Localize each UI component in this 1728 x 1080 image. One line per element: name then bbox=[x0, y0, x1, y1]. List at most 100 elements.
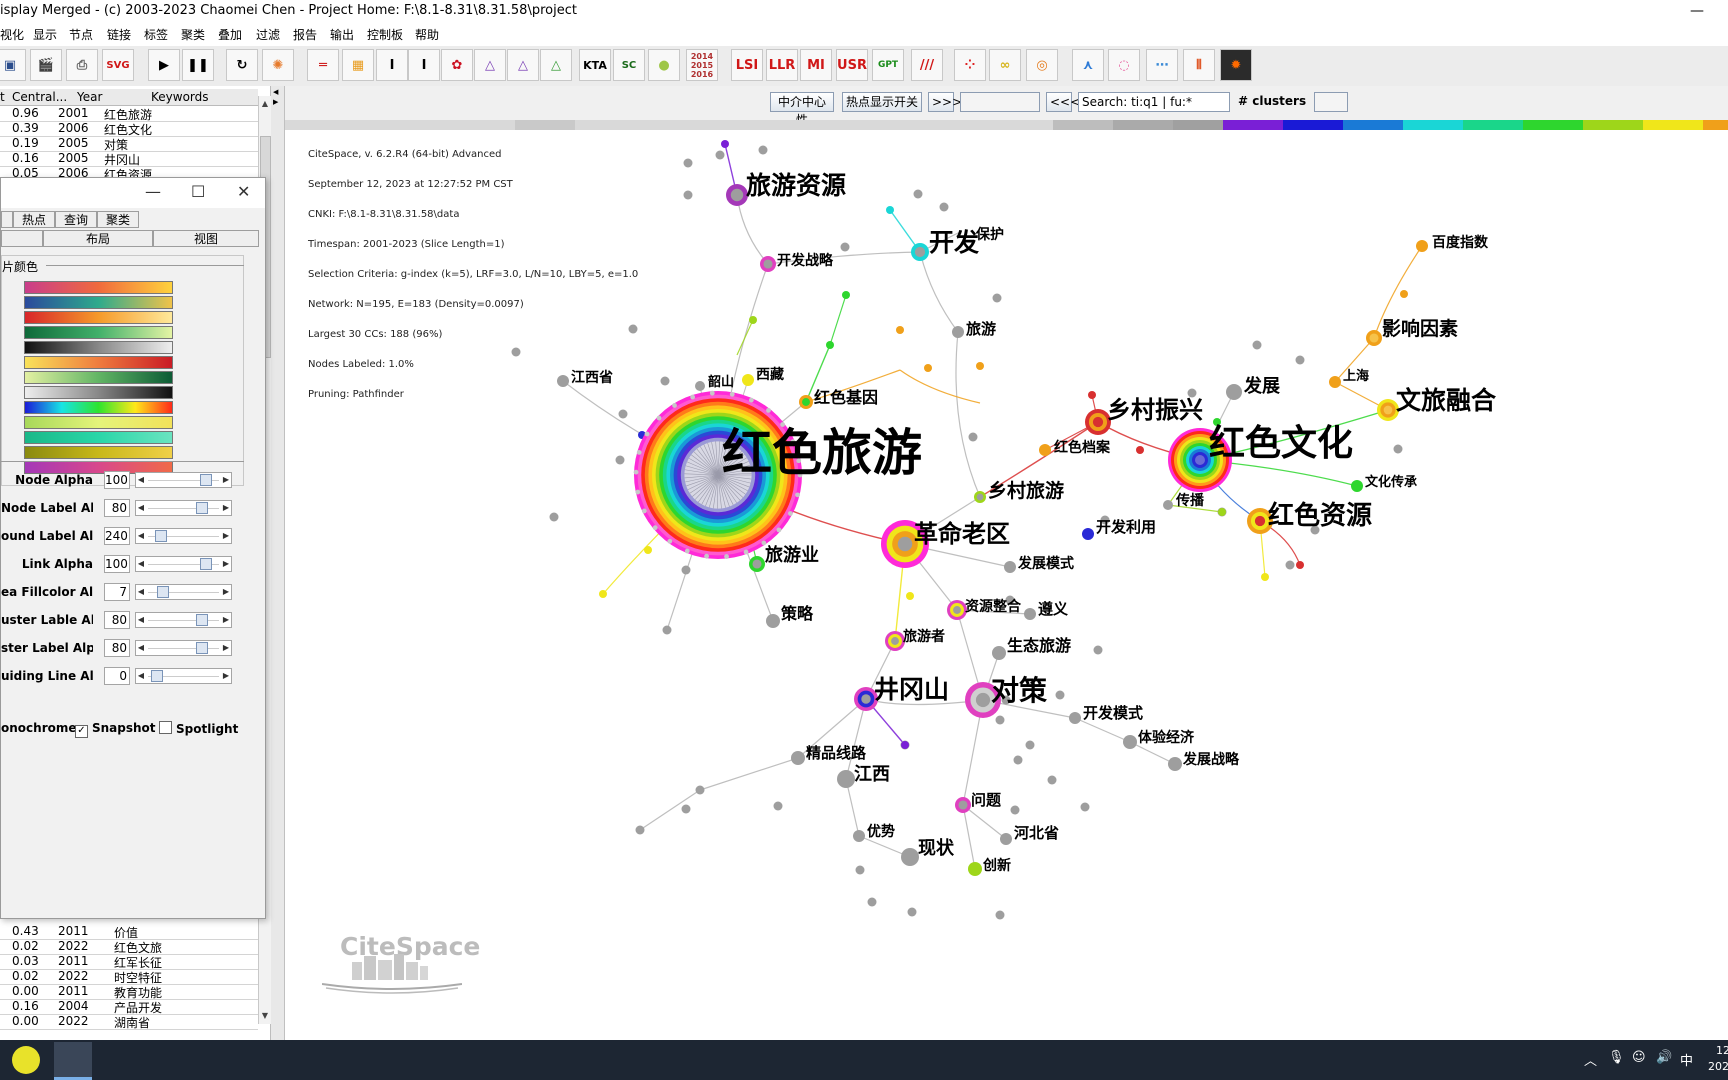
network-node[interactable] bbox=[1088, 391, 1096, 399]
slider-thumb[interactable] bbox=[157, 586, 170, 598]
green-circle-icon[interactable]: ● bbox=[648, 49, 680, 81]
user-icon[interactable]: ☺ bbox=[1632, 1050, 1646, 1065]
tree-icon[interactable]: ⋏ bbox=[1072, 49, 1104, 81]
network-node[interactable] bbox=[763, 259, 773, 269]
slider-value-field[interactable]: 0 bbox=[104, 667, 130, 685]
hub-child-node[interactable] bbox=[644, 431, 650, 437]
network-node[interactable] bbox=[660, 376, 670, 386]
play-icon[interactable]: ▶ bbox=[148, 49, 180, 81]
network-node[interactable] bbox=[1010, 805, 1020, 815]
node-label[interactable]: 红色资源 bbox=[1268, 503, 1372, 529]
network-node[interactable] bbox=[924, 364, 932, 372]
node-label[interactable]: 旅游资源 bbox=[746, 173, 846, 198]
hub-child-node[interactable] bbox=[672, 403, 677, 408]
node-label[interactable]: 百度指数 bbox=[1432, 236, 1488, 250]
panel-splitter[interactable]: ◀ ▶ bbox=[271, 86, 285, 1040]
node-label[interactable]: 优势 bbox=[867, 825, 895, 839]
pause-icon[interactable]: ❚❚ bbox=[182, 49, 214, 81]
year-slice-button[interactable]: 2014 2015 2016 bbox=[686, 49, 718, 81]
burst-map-icon[interactable]: ✹ bbox=[1220, 49, 1252, 81]
network-node[interactable] bbox=[897, 536, 913, 552]
menu-nodes[interactable]: 节点 bbox=[69, 26, 93, 43]
slash-lines-button[interactable]: /// bbox=[911, 49, 943, 81]
network-node[interactable] bbox=[992, 293, 1002, 303]
ime-indicator[interactable]: 中 bbox=[1680, 1050, 1693, 1069]
grid-color-icon[interactable]: ▦ bbox=[342, 49, 374, 81]
node-label[interactable]: 对策 bbox=[991, 677, 1047, 705]
network-node[interactable] bbox=[952, 326, 964, 338]
network-node[interactable] bbox=[901, 848, 919, 866]
network-node[interactable] bbox=[953, 606, 961, 614]
slider-right-arrow-icon[interactable]: ▶ bbox=[221, 473, 231, 487]
hub-core[interactable] bbox=[1195, 455, 1205, 465]
node-label[interactable]: 生态旅游 bbox=[1007, 638, 1071, 654]
table-row[interactable]: 0.00 2022 湖南省 bbox=[0, 1014, 258, 1030]
network-node[interactable] bbox=[802, 398, 810, 406]
menu-report[interactable]: 报告 bbox=[293, 26, 317, 43]
spotlight-checkbox[interactable]: Spotlight bbox=[159, 721, 238, 736]
slider-thumb[interactable] bbox=[199, 474, 212, 486]
network-node[interactable] bbox=[752, 559, 762, 569]
network-node[interactable] bbox=[549, 512, 559, 522]
network-node[interactable] bbox=[976, 493, 984, 501]
network-node[interactable] bbox=[891, 637, 899, 645]
network-node[interactable] bbox=[1261, 573, 1269, 581]
slider-left-arrow-icon[interactable]: ◀ bbox=[136, 501, 146, 515]
equalizer-icon[interactable]: ⫴ bbox=[1183, 49, 1215, 81]
network-node[interactable] bbox=[1400, 290, 1408, 298]
slider-right-arrow-icon[interactable]: ▶ bbox=[221, 585, 231, 599]
table-row[interactable]: 0.43 2011 价值 bbox=[0, 924, 258, 940]
menu-display[interactable]: 显示 bbox=[33, 26, 57, 43]
cursor-i-icon[interactable]: Ⅰ bbox=[376, 49, 408, 81]
network-node[interactable] bbox=[939, 202, 949, 212]
minimize-icon[interactable]: — bbox=[1690, 0, 1704, 22]
alpha-slider[interactable]: ◀ ▶ bbox=[135, 556, 232, 572]
network-node[interactable] bbox=[1416, 240, 1428, 252]
text-i-icon[interactable]: I bbox=[408, 49, 440, 81]
network-node[interactable] bbox=[1024, 608, 1036, 620]
spotlight-check-icon[interactable] bbox=[159, 721, 172, 734]
network-node[interactable] bbox=[1013, 755, 1023, 765]
network-node[interactable] bbox=[1123, 735, 1137, 749]
slider-left-arrow-icon[interactable]: ◀ bbox=[136, 585, 146, 599]
color-scheme-option[interactable] bbox=[24, 311, 173, 324]
node-label[interactable]: 影响因素 bbox=[1382, 320, 1458, 339]
network-node[interactable] bbox=[618, 409, 628, 419]
network-graph[interactable] bbox=[285, 86, 1728, 1040]
network-node[interactable] bbox=[1055, 690, 1065, 700]
rainbow-line-icon[interactable]: ═ bbox=[307, 49, 339, 81]
splitter-right-arrow-icon[interactable]: ▶ bbox=[273, 98, 278, 106]
network-node[interactable] bbox=[683, 158, 693, 168]
hub-child-node[interactable] bbox=[690, 394, 696, 400]
hub-child-node[interactable] bbox=[667, 538, 673, 544]
network-node[interactable] bbox=[681, 565, 691, 575]
table-row[interactable]: 0.39 2006 红色文化 bbox=[0, 121, 258, 137]
network-node[interactable] bbox=[976, 362, 984, 370]
color-scheme-option[interactable] bbox=[24, 446, 173, 459]
node-label[interactable]: 发展战略 bbox=[1183, 753, 1239, 767]
network-node[interactable] bbox=[742, 374, 754, 386]
col-header-year[interactable]: Year bbox=[77, 90, 102, 104]
lsi-button[interactable]: LSI bbox=[731, 49, 763, 81]
network-node[interactable] bbox=[840, 242, 850, 252]
network-node[interactable] bbox=[1296, 561, 1304, 569]
node-label[interactable]: 红色文化 bbox=[1209, 425, 1353, 461]
network-node[interactable] bbox=[635, 825, 645, 835]
node-label[interactable]: 开发战略 bbox=[777, 254, 833, 268]
node-label[interactable]: 现状 bbox=[918, 840, 954, 858]
network-node[interactable] bbox=[758, 145, 768, 155]
menu-filter[interactable]: 过滤 bbox=[256, 26, 280, 43]
alpha-slider[interactable]: ◀ ▶ bbox=[135, 612, 232, 628]
tab-cluster[interactable]: 聚类 bbox=[97, 211, 139, 228]
network-node[interactable] bbox=[913, 189, 923, 199]
alpha-slider[interactable]: ◀ ▶ bbox=[135, 584, 232, 600]
network-node[interactable] bbox=[773, 801, 783, 811]
network-node[interactable] bbox=[1025, 740, 1035, 750]
network-node[interactable] bbox=[855, 865, 865, 875]
network-node[interactable] bbox=[1093, 645, 1103, 655]
network-node[interactable] bbox=[975, 692, 991, 708]
table-row[interactable]: 0.03 2011 红军长征 bbox=[0, 954, 258, 970]
table-row[interactable]: 0.96 2001 红色旅游 bbox=[0, 106, 258, 122]
network-node[interactable] bbox=[766, 614, 780, 628]
color-scheme-option[interactable] bbox=[24, 326, 173, 339]
